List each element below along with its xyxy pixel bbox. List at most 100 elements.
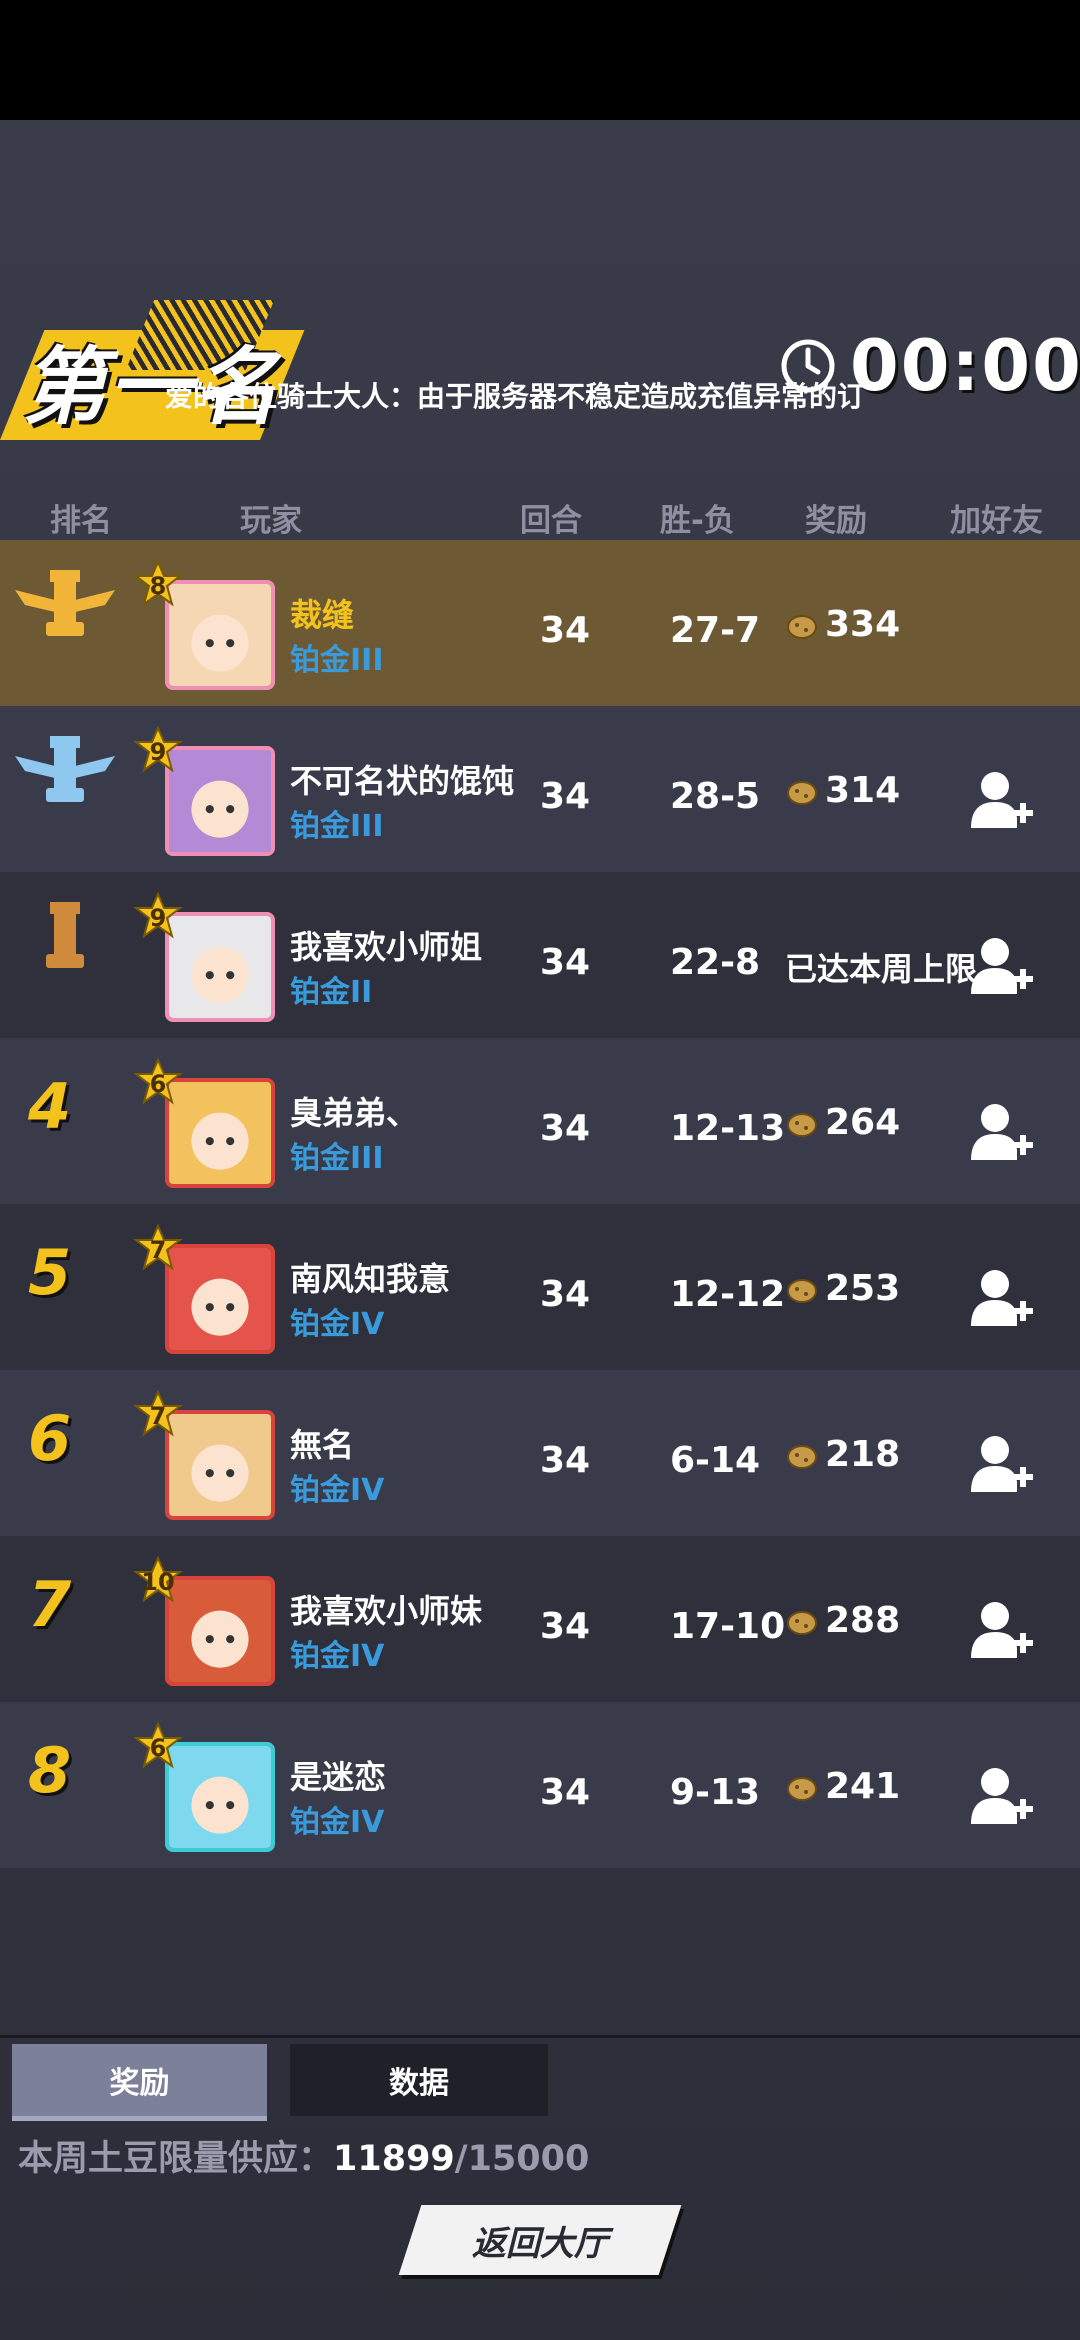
column-rounds: 回合 [520, 503, 582, 539]
rounds-value: 34 [540, 1440, 591, 1481]
level-value: 8 [149, 572, 167, 600]
silver-rook-wings-icon [10, 716, 120, 826]
tab-data[interactable]: 数据 [290, 2044, 548, 2116]
reward-cell: 314 [785, 770, 900, 811]
win-loss-value: 17-10 [670, 1606, 786, 1647]
level-value: 7 [149, 1402, 167, 1430]
table-row: 9 我喜欢小师姐 铂金II 34 22-8 已达本周上限 [0, 872, 1080, 1038]
level-badge: 8 [133, 559, 183, 610]
rounds-value: 34 [540, 1772, 591, 1813]
rank-number-text: 7 [28, 1568, 72, 1641]
player-name: 我喜欢小师妹 [290, 1592, 483, 1630]
player-name: 臭弟弟、 [290, 1094, 419, 1132]
add-friend-icon[interactable] [967, 1098, 1037, 1168]
back-to-lobby-label: 返回大厅 [472, 2223, 608, 2264]
rank-number: 8 [10, 1712, 120, 1822]
level-badge: 6 [133, 1721, 183, 1772]
player-tier: 铂金III [290, 809, 384, 844]
rounds-value: 34 [540, 942, 591, 983]
reward-cell: 288 [785, 1600, 900, 1641]
tab-reward[interactable]: 奖励 [12, 2044, 267, 2121]
back-to-lobby-button[interactable]: 返回大厅 [398, 2205, 682, 2275]
rank-number-text: 6 [28, 1402, 72, 1475]
level-value: 9 [149, 738, 167, 766]
player-tier: 铂金IV [290, 1639, 385, 1674]
supply-current: 11899 [333, 2139, 455, 2179]
win-loss-value: 28-5 [670, 776, 761, 817]
player-name: 是迷恋 [290, 1758, 387, 1796]
level-badge: 7 [133, 1389, 183, 1440]
rank-number-text: 5 [28, 1236, 72, 1309]
player-name: 裁缝 [290, 596, 355, 634]
win-loss-value: 22-8 [670, 942, 761, 983]
add-friend-icon[interactable] [967, 766, 1037, 836]
win-loss-value: 27-7 [670, 610, 761, 651]
reward-value: 218 [825, 1434, 901, 1475]
gold-rook-wings-icon [10, 550, 120, 660]
column-reward: 奖励 [805, 503, 867, 539]
supply-max: /15000 [454, 2139, 590, 2179]
column-win-loss: 胜-负 [660, 503, 735, 539]
status-bar-area [0, 0, 1080, 120]
add-friend-icon[interactable] [967, 932, 1037, 1002]
add-friend-icon[interactable] [967, 1596, 1037, 1666]
rank-number-text: 4 [28, 1070, 72, 1143]
player-name: 南风知我意 [290, 1260, 451, 1298]
add-friend-icon[interactable] [967, 1264, 1037, 1334]
rounds-value: 34 [540, 1108, 591, 1149]
level-value: 9 [149, 904, 167, 932]
player-tier: 铂金III [290, 643, 384, 678]
player-tier: 铂金III [290, 1141, 384, 1176]
table-row: 4 6 臭弟弟、 铂金III 34 12-13 264 [0, 1038, 1080, 1204]
rank-number: 4 [10, 1048, 120, 1158]
column-rank: 排名 [50, 503, 112, 539]
rounds-value: 34 [540, 610, 591, 651]
reward-cell: 334 [785, 604, 900, 645]
add-friend-icon[interactable] [967, 1430, 1037, 1500]
level-badge: 9 [133, 725, 183, 776]
level-badge: 9 [133, 891, 183, 942]
potato-icon [787, 1278, 817, 1303]
timer-value: 00:00 [850, 325, 1080, 407]
potato-icon [787, 1112, 817, 1137]
player-tier: 铂金II [290, 975, 373, 1010]
level-badge: 10 [133, 1555, 183, 1606]
reward-cell: 241 [785, 1766, 900, 1807]
win-loss-value: 6-14 [670, 1440, 761, 1481]
table-row: 9 不可名状的馄饨 铂金III 34 28-5 314 [0, 706, 1080, 872]
potato-icon [787, 1610, 817, 1635]
player-tier: 铂金IV [290, 1805, 385, 1840]
reward-value: 334 [825, 604, 901, 645]
potato-icon [787, 1776, 817, 1801]
reward-cell: 218 [785, 1434, 900, 1475]
reward-cell: 264 [785, 1102, 900, 1143]
rounds-value: 34 [540, 1274, 591, 1315]
table-row: 8 裁缝铂金III 34 27-7 334 [0, 540, 1080, 706]
table-header: 排名 玩家 回合 胜-负 奖励 加好友 [0, 495, 1080, 539]
level-value: 6 [149, 1734, 167, 1762]
table-row: 7 10 我喜欢小师妹 铂金IV 34 17-10 288 [0, 1536, 1080, 1702]
rank-number: 6 [10, 1380, 120, 1490]
scrolling-notice: 爱的各位骑士大人：由于服务器不稳定造成充值异常的订 [165, 380, 866, 413]
level-value: 6 [149, 1070, 167, 1098]
rank-number-text: 8 [28, 1734, 72, 1807]
reward-value: 314 [825, 770, 901, 811]
level-badge: 7 [133, 1223, 183, 1274]
add-friend-icon[interactable] [967, 1762, 1037, 1832]
win-loss-value: 12-12 [670, 1274, 786, 1315]
reward-cell: 已达本周上限 [785, 944, 977, 990]
potato-icon [787, 1444, 817, 1469]
table-row: 5 7 南风知我意 铂金IV 34 12-12 253 [0, 1204, 1080, 1370]
reward-value: 288 [825, 1600, 901, 1641]
supply-label: 本周土豆限量供应： [18, 2139, 334, 2179]
reward-value: 241 [825, 1766, 901, 1807]
rounds-value: 34 [540, 1606, 591, 1647]
player-tier: 铂金IV [290, 1473, 385, 1508]
bronze-rook-icon [10, 882, 120, 992]
table-row: 8 6 是迷恋 铂金IV 34 9-13 241 [0, 1702, 1080, 1868]
level-value: 7 [149, 1236, 167, 1264]
player-name: 無名 [290, 1426, 355, 1464]
reward-value: 253 [825, 1268, 901, 1309]
rank-number: 7 [10, 1546, 120, 1656]
reward-value: 264 [825, 1102, 901, 1143]
